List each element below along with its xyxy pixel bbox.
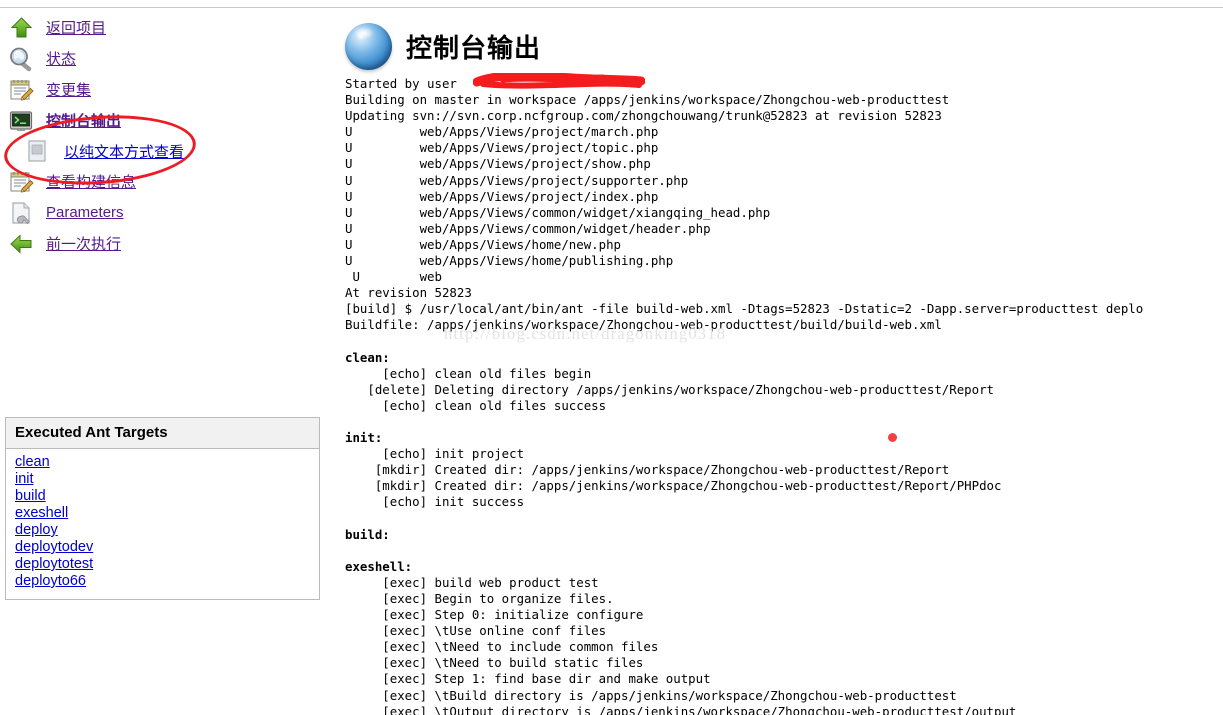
notepad-pencil-icon <box>8 169 36 195</box>
ant-target-link[interactable]: build <box>15 488 46 505</box>
blue-globe-icon <box>345 22 392 70</box>
sidebar-item-label[interactable]: 控制台输出 <box>46 110 121 131</box>
console-line: [exec] Step 0: initialize configure <box>345 607 644 623</box>
red-dot-annotation <box>888 433 897 442</box>
console-line: U web <box>345 269 442 285</box>
green-up-arrow-icon <box>8 15 36 41</box>
console-line: [mkdir] Created dir: /apps/jenkins/works… <box>345 462 950 478</box>
sidebar-item-1[interactable]: 返回项目 <box>0 12 325 43</box>
console-line: U web/Apps/Views/common/widget/header.ph… <box>345 220 711 236</box>
console-line: [exec] \tOutput directory is /apps/jenki… <box>345 703 1017 715</box>
sidebar-task-list: 返回项目状态变更集控制台输出以纯文本方式查看查看构建信息 Parameters 前一… <box>0 12 325 259</box>
console-line: [delete] Deleting directory /apps/jenkin… <box>345 381 995 397</box>
ant-target-link[interactable]: clean <box>15 454 50 471</box>
console-line: Started by user <box>345 70 1223 92</box>
console-line: Updating svn://svn.corp.ncfgroup.com/zho… <box>345 108 942 124</box>
console-line: [exec] \tNeed to include common files <box>345 639 659 655</box>
ant-panel-title: Executed Ant Targets <box>6 418 319 449</box>
sidebar-item-6[interactable]: 查看构建信息 <box>0 166 325 197</box>
terminal-icon <box>8 108 36 134</box>
console-line: clean: <box>345 349 390 365</box>
sidebar-item-label[interactable]: 返回项目 <box>46 17 106 38</box>
ant-target-link[interactable]: deployto66 <box>15 573 86 590</box>
console-line: init: <box>345 430 383 446</box>
console-line: U web/Apps/Views/project/index.php <box>345 188 659 204</box>
main-content: 控制台输出 Started by user Building on master… <box>345 0 1223 715</box>
redacted-username-scribble <box>472 70 646 89</box>
console-line: [echo] clean old files begin <box>345 365 592 381</box>
console-output-text: Started by user Building on master in wo… <box>345 70 1223 715</box>
ant-target-link[interactable]: deploytodev <box>15 539 93 556</box>
console-line: [exec] Step 1: find base dir and make ou… <box>345 671 711 687</box>
sidebar-item-4[interactable]: 控制台输出 <box>0 105 325 136</box>
sidebar-item-label[interactable]: 以纯文本方式查看 <box>64 141 184 162</box>
jenkins-console-page: 返回项目 状态 变更集 控制台输出 以纯文本方式查看 查看构建信息 Parameters 前一… <box>0 0 1223 715</box>
page-title: 控制台输出 <box>406 32 542 63</box>
page-header: 控制台输出 <box>345 0 1223 70</box>
console-line: exeshell: <box>345 558 413 574</box>
sidebar-item-8[interactable]: 前一次执行 <box>0 228 325 259</box>
sidebar-item-3[interactable]: 变更集 <box>0 74 325 105</box>
console-line: U web/Apps/Views/home/new.php <box>345 236 622 252</box>
sidebar-item-2[interactable]: 状态 <box>0 43 325 74</box>
sidebar-item-5[interactable]: 以纯文本方式查看 <box>0 136 325 166</box>
sidebar-item-label[interactable]: 状态 <box>46 48 76 69</box>
sidebar-item-label[interactable]: 变更集 <box>46 79 91 100</box>
sidebar-item-label[interactable]: 前一次执行 <box>46 233 121 254</box>
magnifier-icon <box>8 46 36 72</box>
console-line: Building on master in workspace /apps/je… <box>345 92 950 108</box>
notepad-pencil-icon <box>8 77 36 103</box>
ant-panel-target-list: clean init build exeshell deploy deploytodev d… <box>6 449 319 599</box>
sidebar-item-label[interactable]: 查看构建信息 <box>46 171 136 192</box>
console-line: [exec] Begin to organize files. <box>345 591 614 606</box>
console-line: build: <box>345 526 390 542</box>
console-line: Buildfile: /apps/jenkins/workspace/Zhong… <box>345 317 942 333</box>
console-line: [mkdir] Created dir: /apps/jenkins/works… <box>345 478 1002 494</box>
console-line: [exec] \tBuild directory is /apps/jenkin… <box>345 687 957 703</box>
console-line: [exec] \tUse online conf files <box>345 623 607 639</box>
green-left-arrow-icon <box>8 231 36 257</box>
console-line: [echo] init project <box>345 446 525 462</box>
console-line: [exec] build web product test <box>345 574 599 590</box>
plain-document-icon <box>24 138 52 164</box>
console-line: [echo] init success <box>345 494 525 510</box>
console-line: U web/Apps/Views/project/topic.php <box>345 140 659 156</box>
sidebar-item-label[interactable]: Parameters <box>46 204 124 221</box>
console-line: U web/Apps/Views/project/supporter.php <box>345 172 689 188</box>
ant-target-link[interactable]: deploytotest <box>15 556 93 573</box>
console-line: [exec] \tNeed to build static files <box>345 655 644 671</box>
console-line: U web/Apps/Views/project/show.php <box>345 156 651 172</box>
ant-target-link[interactable]: exeshell <box>15 505 68 522</box>
ant-target-link[interactable]: init <box>15 471 34 488</box>
executed-ant-targets-panel: Executed Ant Targets clean init build exesh… <box>5 417 320 600</box>
console-line: [echo] clean old files success <box>345 397 607 413</box>
console-line: U web/Apps/Views/project/march.php <box>345 124 659 140</box>
ant-target-link[interactable]: deploy <box>15 522 58 539</box>
console-line: [build] $ /usr/local/ant/bin/ant -file b… <box>345 301 1144 317</box>
sidebar-item-7[interactable]: Parameters <box>0 197 325 228</box>
console-line: At revision 52823 <box>345 285 472 301</box>
console-line: U web/Apps/Views/common/widget/xiangqing… <box>345 204 771 220</box>
document-wrench-icon <box>8 200 36 226</box>
console-line: U web/Apps/Views/home/publishing.php <box>345 253 674 269</box>
